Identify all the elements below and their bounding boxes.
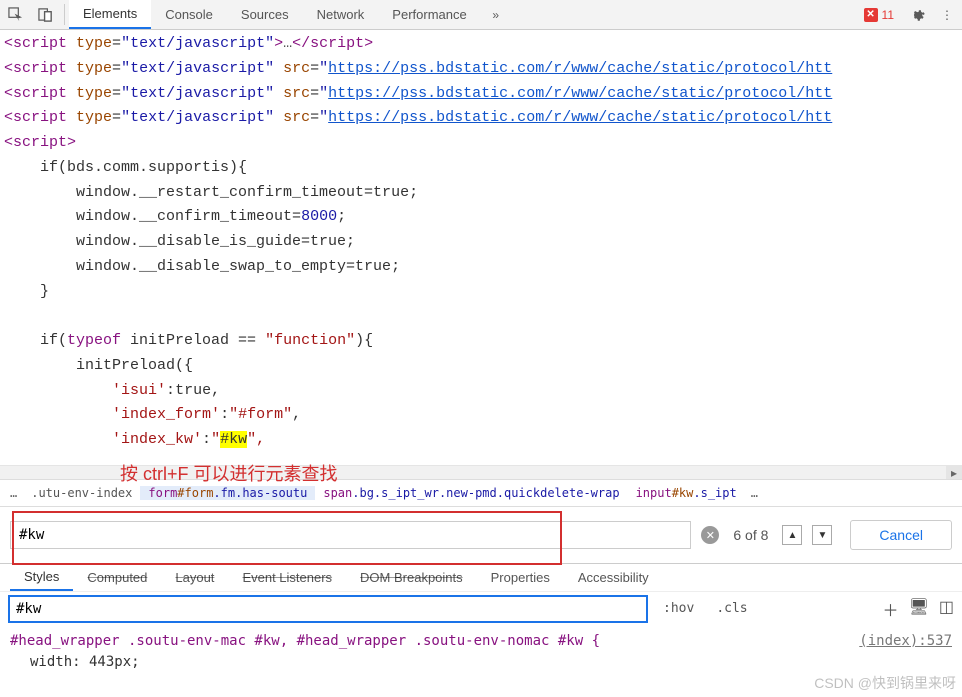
subtab-event-listeners[interactable]: Event Listeners (228, 564, 346, 591)
error-count: 11 (882, 8, 894, 22)
tab-network[interactable]: Network (303, 0, 379, 29)
new-style-rule-icon[interactable]: ＋ (883, 597, 899, 621)
main-tabs: Elements Console Sources Network Perform… (69, 0, 856, 29)
styles-filter-row: :hov .cls ＋ 🖥 ◫ (0, 591, 962, 625)
cls-toggle-button[interactable]: .cls (709, 598, 754, 619)
inspect-icon[interactable] (0, 0, 30, 29)
find-input[interactable] (10, 521, 691, 549)
find-count: 6 of 8 (729, 527, 772, 543)
subtab-accessibility[interactable]: Accessibility (564, 564, 663, 591)
horizontal-scrollbar[interactable]: ▸ (0, 465, 962, 479)
elements-code-panel[interactable]: <script type="text/javascript">…</script… (0, 30, 962, 465)
subtab-dom-breakpoints[interactable]: DOM Breakpoints (346, 564, 477, 591)
tab-sources[interactable]: Sources (227, 0, 303, 29)
breadcrumb-item-2[interactable]: span.bg.s_ipt_wr.new-pmd.quickdelete-wra… (315, 486, 627, 500)
find-cancel-button[interactable]: Cancel (850, 520, 952, 550)
breadcrumb-item-1[interactable]: form#form.fm.has-soutu (140, 486, 315, 500)
breadcrumb-overflow-right[interactable]: … (745, 486, 764, 500)
kebab-menu-icon[interactable]: ⋮ (932, 0, 962, 29)
breadcrumb-overflow-left[interactable]: … (4, 486, 23, 500)
watermark-text: CSDN @快到锅里来呀 (814, 673, 956, 693)
error-icon: ✕ (864, 8, 878, 22)
subtab-styles[interactable]: Styles (10, 564, 73, 591)
find-prev-icon[interactable]: ▲ (782, 525, 802, 545)
settings-icon[interactable] (902, 0, 932, 29)
dom-breadcrumb: … .utu-env-index form#form.fm.has-soutu … (0, 479, 962, 507)
hov-toggle-button[interactable]: :hov (656, 598, 701, 619)
tab-performance[interactable]: Performance (378, 0, 480, 29)
styles-subtabs: Styles Computed Layout Event Listeners D… (0, 563, 962, 591)
sidebar-toggle-icon[interactable]: ◫ (939, 597, 954, 621)
tab-console[interactable]: Console (151, 0, 227, 29)
scroll-right-icon[interactable]: ▸ (946, 466, 962, 479)
error-count-badge[interactable]: ✕ 11 (856, 0, 902, 29)
breadcrumb-item-0[interactable]: .utu-env-index (23, 486, 140, 500)
breadcrumb-item-3[interactable]: input#kw.s_ipt (628, 486, 745, 500)
find-bar: ✕ 6 of 8 ▲ ▼ Cancel (0, 507, 962, 563)
clear-search-icon[interactable]: ✕ (701, 526, 719, 544)
subtab-properties[interactable]: Properties (477, 564, 564, 591)
css-rule-block[interactable]: #head_wrapper .soutu-env-mac #kw, #head_… (0, 625, 962, 679)
more-tabs-icon[interactable]: » (481, 0, 511, 29)
subtab-computed[interactable]: Computed (73, 564, 161, 591)
computed-styles-icon[interactable]: 🖥 (909, 597, 929, 621)
find-next-icon[interactable]: ▼ (812, 525, 832, 545)
device-toggle-icon[interactable] (30, 0, 60, 29)
styles-filter-input[interactable] (8, 595, 648, 623)
css-source-link[interactable]: (index):537 (859, 631, 952, 652)
tab-elements[interactable]: Elements (69, 0, 151, 29)
subtab-layout[interactable]: Layout (161, 564, 228, 591)
